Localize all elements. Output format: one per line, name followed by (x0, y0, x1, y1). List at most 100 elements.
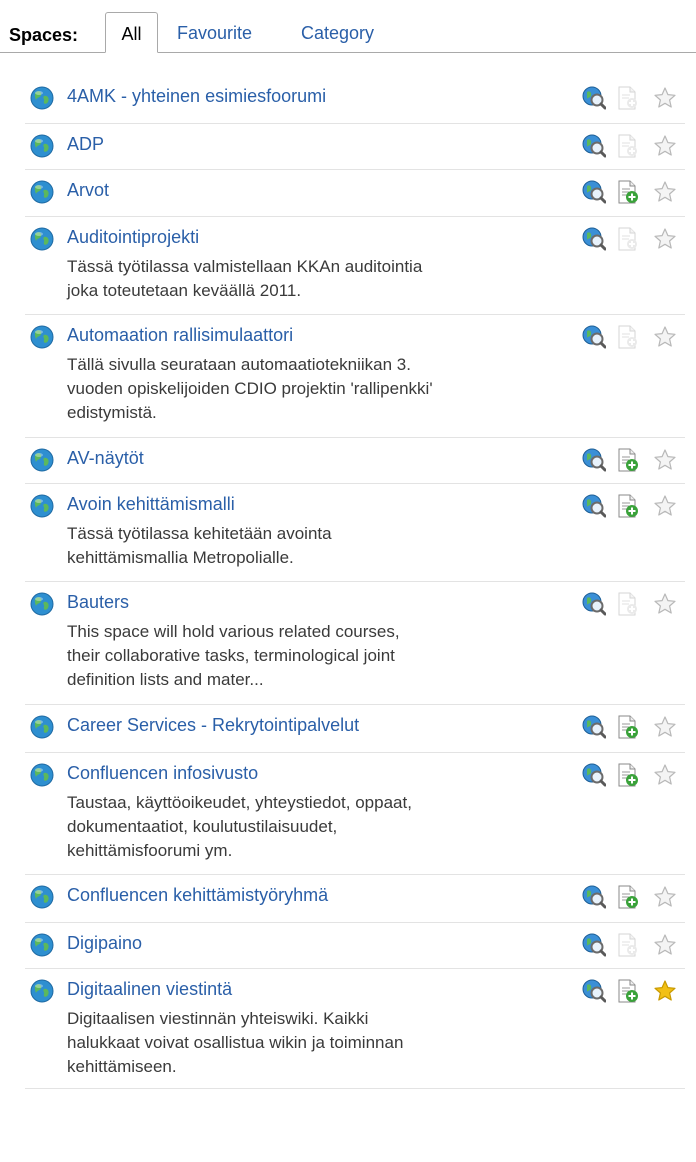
globe-icon (30, 134, 54, 158)
add-page-button[interactable] (615, 715, 639, 739)
add-page-button[interactable] (615, 180, 639, 204)
favourite-toggle-button[interactable] (653, 448, 677, 472)
tab-all[interactable]: All (105, 12, 158, 53)
favourite-toggle-button[interactable] (653, 325, 677, 349)
browse-space-button[interactable] (582, 715, 607, 739)
favourite-star-icon (654, 593, 676, 614)
browse-space-button[interactable] (582, 494, 607, 518)
add-page-icon (618, 763, 638, 787)
space-name-link[interactable]: Confluencen kehittämistyöryhmä (67, 885, 328, 906)
browse-space-button[interactable] (582, 325, 607, 349)
space-name-link[interactable]: Avoin kehittämismalli (67, 494, 235, 515)
favourite-toggle-button[interactable] (653, 933, 677, 957)
favourite-star-icon (654, 495, 676, 516)
browse-space-button[interactable] (582, 885, 607, 909)
browse-space-icon (582, 448, 607, 472)
favourite-star-active-icon (654, 980, 676, 1001)
tab-category[interactable]: Category (301, 12, 374, 53)
favourite-star-icon (654, 449, 676, 470)
space-actions (582, 86, 682, 112)
globe-icon (30, 763, 54, 787)
add-page-icon (618, 325, 637, 349)
add-page-button[interactable] (615, 885, 639, 909)
browse-space-button[interactable] (582, 134, 607, 158)
favourite-star-icon (654, 181, 676, 202)
space-name-link[interactable]: AV-näytöt (67, 448, 144, 469)
favourite-star-icon (654, 228, 676, 249)
space-actions (582, 180, 682, 206)
space-description-line: Tällä sivulla seurataan automaatioteknii… (67, 355, 411, 374)
space-name-link[interactable]: Digitaalinen viestintä (67, 979, 232, 1000)
browse-space-button[interactable] (582, 227, 607, 251)
browse-space-button[interactable] (582, 763, 607, 787)
space-name-link[interactable]: Bauters (67, 592, 129, 613)
space-description: Taustaa, käyttöoikeudet, yhteystiedot, o… (67, 791, 587, 863)
space-actions (582, 494, 682, 520)
browse-space-button[interactable] (582, 448, 607, 472)
add-page-button[interactable] (615, 979, 639, 1003)
space-row: Career Services - Rekrytointipalvelut (25, 705, 685, 753)
space-description-line: Tässä työtilassa valmistellaan KKAn audi… (67, 257, 423, 276)
space-description-line: their collaborative tasks, terminologica… (67, 646, 395, 665)
space-row: 4AMK - yhteinen esimiesfoorumi (25, 76, 685, 124)
favourite-toggle-button[interactable] (653, 134, 677, 158)
browse-space-button[interactable] (582, 180, 607, 204)
favourite-star-icon (654, 934, 676, 955)
favourite-star-icon (654, 135, 676, 156)
space-description-line: definition lists and mater... (67, 670, 264, 689)
add-page-icon (618, 494, 638, 518)
favourite-toggle-button[interactable] (653, 763, 677, 787)
globe-icon (30, 933, 54, 957)
favourite-star-icon (654, 886, 676, 907)
space-name-link[interactable]: Confluencen infosivusto (67, 763, 258, 784)
space-name-link[interactable]: Arvot (67, 180, 109, 201)
globe-icon (30, 86, 54, 110)
space-actions (582, 885, 682, 911)
globe-icon (30, 227, 54, 251)
browse-space-button[interactable] (582, 592, 607, 616)
globe-icon (30, 134, 54, 158)
globe-icon (30, 86, 54, 110)
space-name-link[interactable]: 4AMK - yhteinen esimiesfoorumi (67, 86, 326, 107)
space-description-line: Digitaalisen viestinnän yhteiswiki. Kaik… (67, 1009, 369, 1028)
add-page-icon (618, 448, 638, 472)
space-description-line: Taustaa, käyttöoikeudet, yhteystiedot, o… (67, 793, 412, 812)
space-name-link[interactable]: Digipaino (67, 933, 142, 954)
tab-favourite[interactable]: Favourite (177, 12, 252, 53)
space-row: Auditointiprojekti Tässä työtilassa valmi… (25, 217, 685, 315)
favourite-toggle-button[interactable] (653, 180, 677, 204)
add-page-button-disabled (615, 227, 639, 251)
browse-space-icon (582, 180, 607, 204)
add-page-icon (618, 885, 638, 909)
space-name-link[interactable]: Career Services - Rekrytointipalvelut (67, 715, 359, 736)
space-description-line: halukkaat voivat osallistua wikin ja toi… (67, 1033, 404, 1052)
space-row: Confluencen infosivusto Taustaa, käyttöoi… (25, 753, 685, 875)
add-page-button-disabled (615, 325, 639, 349)
add-page-button[interactable] (615, 763, 639, 787)
space-description-line: joka toteutetaan keväällä 2011. (67, 281, 302, 300)
tab-bar: Spaces: All Favourite Category (0, 12, 696, 54)
space-name-link[interactable]: Auditointiprojekti (67, 227, 199, 248)
favourite-toggle-button[interactable] (653, 86, 677, 110)
space-name-link[interactable]: ADP (67, 134, 104, 155)
favourite-toggle-button[interactable] (653, 715, 677, 739)
space-description-line: kehittämismallia Metropolialle. (67, 548, 294, 567)
space-description-line: Tässä työtilassa kehitetään avointa (67, 524, 332, 543)
browse-space-button[interactable] (582, 933, 607, 957)
globe-icon (30, 979, 54, 1003)
space-actions (582, 134, 682, 160)
favourite-toggle-button[interactable] (653, 979, 677, 1003)
browse-space-button[interactable] (582, 979, 607, 1003)
space-actions (582, 592, 682, 618)
add-page-button[interactable] (615, 448, 639, 472)
favourite-toggle-button[interactable] (653, 885, 677, 909)
favourite-toggle-button[interactable] (653, 494, 677, 518)
favourite-toggle-button[interactable] (653, 592, 677, 616)
space-actions (582, 227, 682, 253)
space-name-link[interactable]: Automaation rallisimulaattori (67, 325, 293, 346)
favourite-toggle-button[interactable] (653, 227, 677, 251)
favourite-star-icon (654, 87, 676, 108)
add-page-button[interactable] (615, 494, 639, 518)
globe-icon (30, 494, 54, 518)
browse-space-button[interactable] (582, 86, 607, 110)
